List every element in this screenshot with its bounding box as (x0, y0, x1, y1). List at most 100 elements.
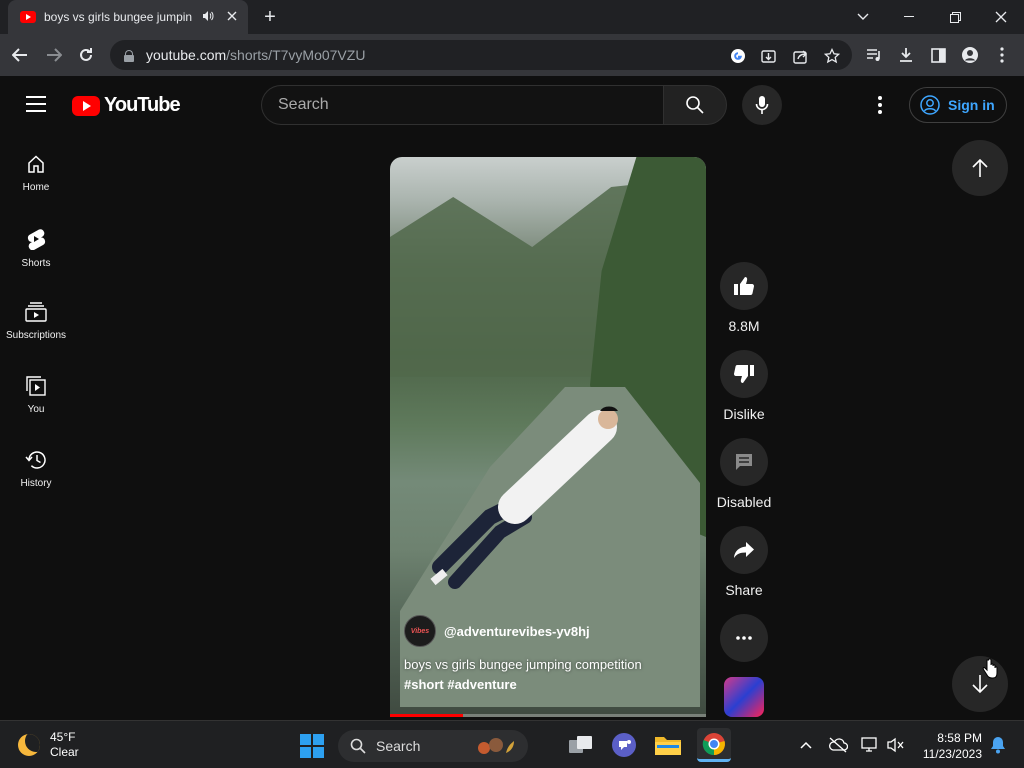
volume-tray-button[interactable] (886, 735, 906, 755)
taskbar-search-box[interactable]: Search (338, 730, 528, 762)
sidebar-label: Subscriptions (5, 330, 67, 341)
youtube-logo[interactable]: YouTube (72, 94, 181, 117)
youtube-logo-icon (72, 95, 100, 116)
comments-action[interactable]: Disabled (716, 438, 772, 510)
settings-menu-button[interactable] (870, 94, 890, 116)
onedrive-tray-button[interactable] (828, 735, 848, 755)
minimize-button[interactable] (886, 0, 932, 34)
share-arrow-icon (734, 542, 754, 558)
downloads-icon[interactable] (896, 45, 916, 65)
task-view-button[interactable] (566, 730, 596, 760)
sidebar-item-you[interactable]: You (0, 360, 72, 434)
more-actions[interactable] (720, 614, 768, 662)
forward-button[interactable] (42, 43, 66, 67)
moon-icon (18, 734, 40, 756)
chrome-taskbar-button[interactable] (697, 728, 731, 762)
sidebar-label: History (20, 478, 52, 489)
chrome-icon (702, 732, 725, 755)
sidebar-item-home[interactable]: Home (0, 138, 72, 212)
share-page-icon[interactable] (790, 46, 810, 66)
next-short-button[interactable] (952, 656, 1008, 712)
notifications-button[interactable] (988, 735, 1008, 755)
reload-button[interactable] (74, 43, 98, 67)
share-label: Share (725, 582, 763, 598)
chrome-menu-icon[interactable] (992, 45, 1012, 65)
like-action[interactable]: 8.8M (720, 262, 768, 334)
more-options-button[interactable] (720, 614, 768, 662)
sound-thumbnail[interactable] (724, 677, 764, 717)
sidebar-label: Shorts (21, 258, 51, 269)
voice-search-button[interactable] (742, 85, 782, 125)
dislike-button[interactable] (720, 350, 768, 398)
side-panel-icon[interactable] (928, 45, 948, 65)
home-icon (28, 155, 44, 173)
restore-button[interactable] (932, 0, 978, 34)
tab-close-icon[interactable] (224, 10, 240, 24)
mouse-cursor-icon (982, 658, 998, 679)
dislike-action[interactable]: Dislike (720, 350, 768, 422)
previous-short-button[interactable] (952, 140, 1008, 196)
start-button[interactable] (300, 734, 324, 758)
clock-date: 11/23/2023 (922, 747, 982, 761)
share-button[interactable] (720, 526, 768, 574)
sign-in-button[interactable]: Sign in (909, 87, 1007, 123)
url-path: /shorts/T7vyMo07VZU (226, 47, 366, 63)
new-tab-button[interactable]: + (258, 5, 282, 29)
comments-button[interactable] (720, 438, 768, 486)
account-icon (920, 95, 940, 115)
youtube-favicon-icon (20, 11, 36, 23)
folder-icon (655, 737, 681, 755)
search-button[interactable] (663, 85, 727, 125)
sidebar-item-shorts[interactable]: Shorts (0, 212, 72, 286)
task-view-icon (569, 736, 592, 753)
bell-icon (991, 737, 1005, 754)
sidebar-label: Home (22, 182, 50, 193)
video-progress-bar[interactable] (390, 714, 706, 717)
guide-menu-icon[interactable] (26, 96, 46, 112)
tab-search-chevron-icon[interactable] (840, 0, 886, 34)
sidebar-item-subscriptions[interactable]: Subscriptions (0, 286, 72, 360)
channel-name[interactable]: @adventurevibes-yv8hj (444, 624, 590, 639)
like-button[interactable] (720, 262, 768, 310)
video-hashtags[interactable]: #short #adventure (404, 675, 517, 695)
volume-muted-icon (887, 737, 904, 753)
teams-chat-icon (612, 733, 636, 757)
browser-toolbar: youtube.com/shorts/T7vyMo07VZU (0, 34, 1024, 76)
search-icon (350, 738, 366, 754)
short-video-player[interactable]: Vibes @adventurevibes-yv8hj boys vs girl… (390, 157, 706, 717)
url-text: youtube.com/shorts/T7vyMo07VZU (146, 47, 365, 63)
share-action[interactable]: Share (720, 526, 768, 598)
lock-icon[interactable] (124, 49, 134, 62)
google-lens-icon[interactable] (728, 46, 748, 66)
tab-audio-icon[interactable] (200, 10, 216, 25)
history-icon (25, 451, 46, 469)
youtube-logo-text: YouTube (104, 94, 181, 116)
channel-avatar[interactable]: Vibes (404, 615, 436, 647)
arrow-up-icon (972, 158, 988, 177)
search-icon (686, 96, 704, 114)
comments-label: Disabled (716, 494, 772, 510)
you-icon (26, 376, 46, 396)
sign-in-label: Sign in (948, 97, 995, 113)
close-window-button[interactable] (978, 0, 1024, 34)
search-input[interactable]: Search (261, 85, 663, 125)
media-controls-icon[interactable] (864, 45, 884, 65)
sidebar-item-history[interactable]: History (0, 434, 72, 508)
network-tray-button[interactable] (860, 735, 880, 755)
channel-link[interactable]: Vibes @adventurevibes-yv8hj (404, 615, 590, 647)
thumbs-down-icon (733, 364, 754, 383)
system-clock[interactable]: 8:58 PM 11/23/2023 (916, 730, 982, 762)
monitor-network-icon (861, 737, 877, 752)
install-app-icon[interactable] (758, 46, 778, 66)
address-bar[interactable]: youtube.com/shorts/T7vyMo07VZU (110, 40, 852, 70)
weather-widget[interactable]: 45°F Clear (18, 730, 79, 760)
show-hidden-icons-button[interactable] (796, 735, 816, 755)
back-button[interactable] (8, 43, 32, 67)
teams-chat-button[interactable] (609, 730, 639, 760)
file-explorer-button[interactable] (653, 730, 683, 760)
browser-tab[interactable]: boys vs girls bungee jumping (8, 0, 248, 34)
cloud-off-icon (829, 737, 848, 753)
tab-title: boys vs girls bungee jumping (44, 10, 192, 24)
profile-icon[interactable] (960, 45, 980, 65)
bookmark-star-icon[interactable] (822, 46, 842, 66)
